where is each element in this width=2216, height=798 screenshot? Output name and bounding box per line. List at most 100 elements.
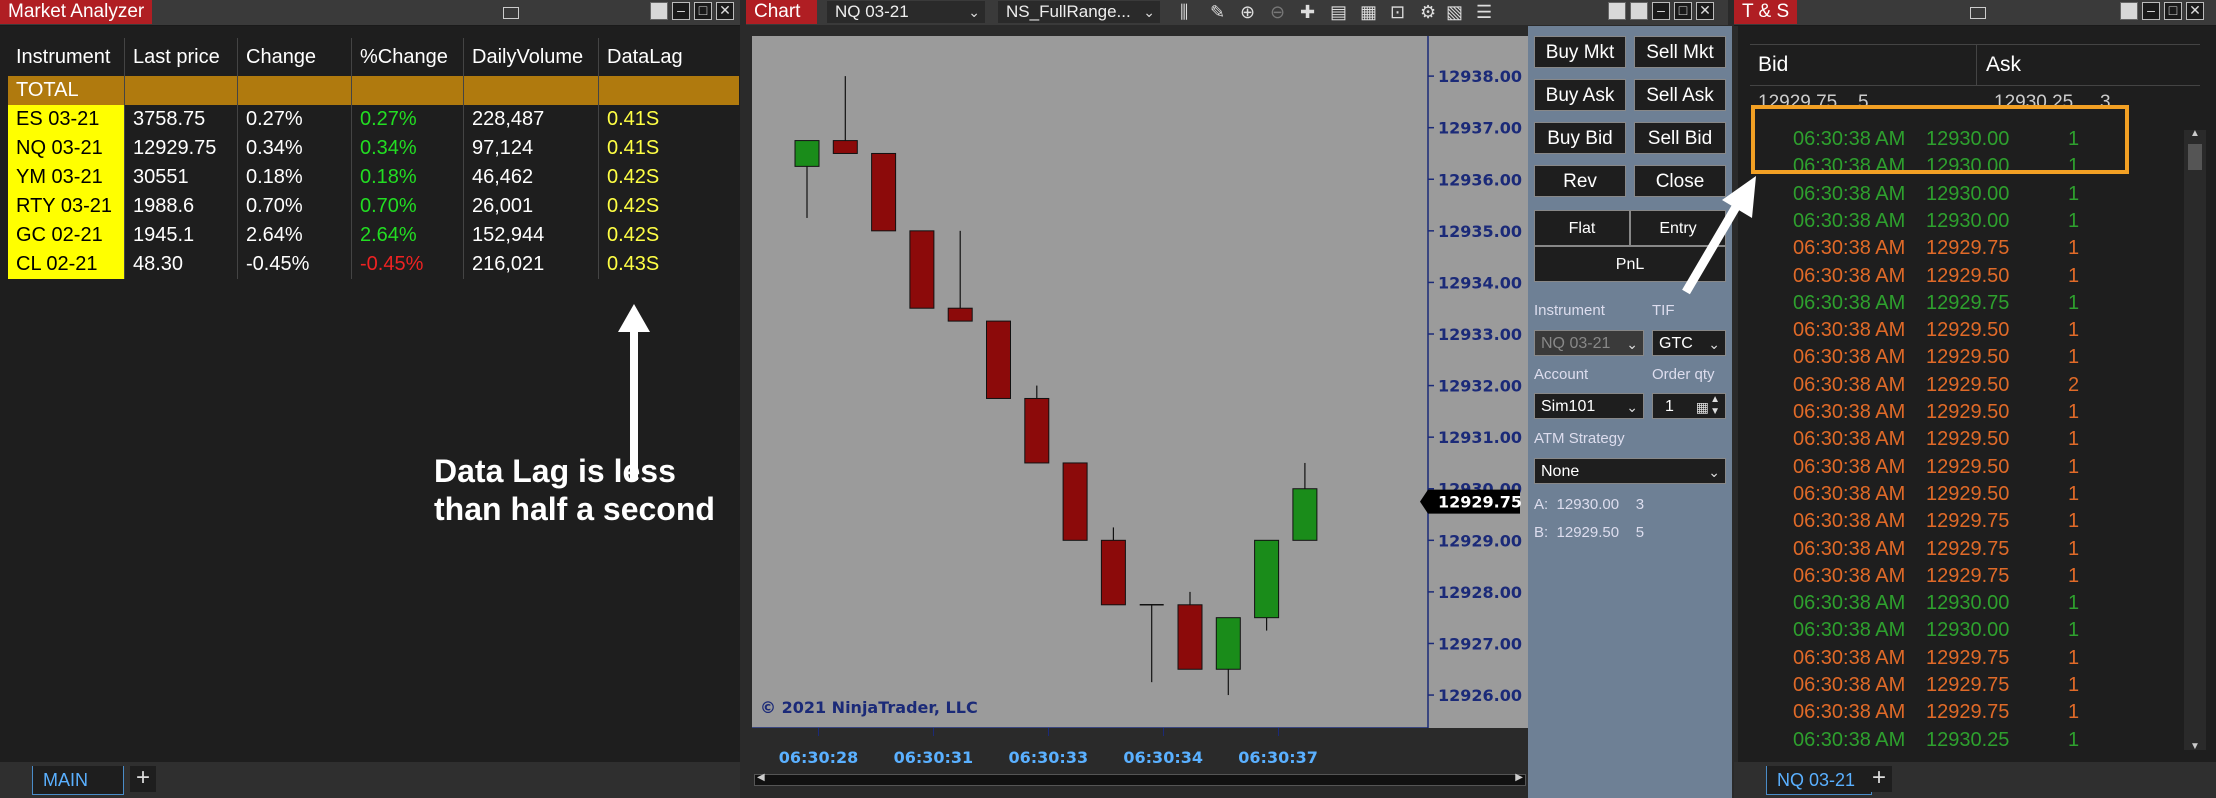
highlight-arrow [1682, 176, 1756, 295]
tab-nq-03-21[interactable]: NQ 03-21 [1766, 766, 1872, 795]
strategy-icon[interactable]: ⚙ [1420, 3, 1436, 21]
tab-main[interactable]: MAIN [32, 766, 124, 795]
total-cell [463, 76, 599, 105]
candle-body[interactable] [1292, 488, 1318, 541]
candle-body[interactable] [871, 152, 897, 232]
template-select[interactable]: NS_FullRange... ⌄ [998, 1, 1160, 23]
pct-change-cell: 0.34% [351, 134, 464, 163]
pin-button[interactable] [2120, 2, 2138, 20]
minimize-button[interactable]: – [2142, 2, 2160, 20]
candle-body[interactable] [1215, 617, 1241, 670]
ts-time: 06:30:38 AM [1793, 455, 1906, 478]
minimize-button[interactable]: – [672, 2, 690, 20]
ts-trade-row: 06:30:38 AM 12929.75 1 [1738, 235, 2178, 262]
scroll-down-icon[interactable]: ▼ [2190, 741, 2200, 752]
buy-ask-button[interactable]: Buy Ask [1534, 79, 1626, 111]
minimize-button[interactable]: – [1652, 2, 1670, 20]
close-button[interactable]: ✕ [2186, 2, 2204, 20]
candle-body[interactable] [1254, 539, 1280, 619]
maximize-button[interactable]: □ [694, 2, 712, 20]
col-instrument[interactable]: Instrument [8, 38, 125, 76]
x-tick-label: 06:30:33 [1008, 748, 1089, 767]
total-cell [351, 76, 464, 105]
instrument-row[interactable]: ES 03-21 3758.75 0.27% 0.27% 228,487 0.41S [8, 105, 739, 134]
col-pct-change[interactable]: %Change [351, 38, 464, 76]
instrument-row[interactable]: CL 02-21 48.30 -0.45% -0.45% 216,021 0.43S [8, 250, 739, 279]
zoom-in-icon[interactable]: ⊕ [1240, 3, 1255, 21]
instrument-row[interactable]: GC 02-21 1945.1 2.64% 2.64% 152,944 0.42S [8, 221, 739, 250]
change-cell: 0.70% [237, 192, 352, 221]
instrument-row[interactable]: YM 03-21 30551 0.18% 0.18% 46,462 0.42S [8, 163, 739, 192]
instrument-cell: GC 02-21 [8, 221, 125, 250]
col-change[interactable]: Change [237, 38, 352, 76]
ts-price: 12929.75 [1926, 537, 2010, 560]
data-box-icon[interactable]: ▤ [1330, 3, 1347, 21]
add-tab-button[interactable]: + [1866, 766, 1892, 792]
buy-market-button[interactable]: Buy Mkt [1534, 36, 1626, 68]
order-qty-stepper[interactable]: 1 ▦ ▲ ▼ [1652, 393, 1726, 419]
maximize-button[interactable]: □ [1674, 2, 1692, 20]
ts-size: 1 [2068, 237, 2080, 260]
atm-strategy-select[interactable]: None ⌄ [1534, 458, 1726, 484]
snapshot-icon[interactable]: ⊡ [1390, 3, 1405, 21]
bar-type-icon[interactable]: ⫼ [1180, 3, 1188, 21]
dock-icon[interactable] [1970, 7, 1986, 19]
crosshair-icon[interactable]: ✚ [1300, 3, 1315, 21]
calculator-icon[interactable]: ▦ [1696, 394, 1709, 420]
properties-icon[interactable]: ▦ [1360, 3, 1377, 21]
add-tab-button[interactable]: + [130, 766, 156, 792]
scroll-left-icon[interactable]: ◀ [757, 772, 765, 783]
pin-button[interactable] [1608, 2, 1626, 20]
zoom-out-icon[interactable]: ⊖ [1270, 3, 1285, 21]
ts-vertical-scrollbar[interactable]: ▲ ▼ [2184, 128, 2206, 752]
indicator-icon[interactable]: ▧ [1446, 3, 1463, 21]
candlestick-chart[interactable]: 12938.00 12937.00 12936.00 12935.00 12934.00… [752, 36, 1528, 728]
stepper-arrows-icon[interactable]: ▲ ▼ [1710, 394, 1720, 418]
candle-body[interactable] [909, 230, 935, 309]
col-last-price[interactable]: Last price [124, 38, 238, 76]
pin-button[interactable] [650, 2, 668, 20]
sell-market-button[interactable]: Sell Mkt [1634, 36, 1726, 68]
candle-body[interactable] [832, 140, 858, 154]
candle-body[interactable] [986, 320, 1011, 399]
scroll-right-icon[interactable]: ▶ [1515, 772, 1523, 783]
col-daily-volume[interactable]: DailyVolume [463, 38, 599, 76]
trader-instrument-select[interactable]: NQ 03-21 ⌄ [1534, 330, 1644, 356]
data-lag-cell: 0.41S [607, 108, 660, 130]
dock-button[interactable] [1630, 2, 1648, 20]
scroll-thumb[interactable] [2188, 144, 2202, 170]
buy-bid-button[interactable]: Buy Bid [1534, 122, 1626, 154]
dock-icon[interactable] [503, 7, 519, 19]
candle-body[interactable] [794, 140, 820, 167]
account-select[interactable]: Sim101 ⌄ [1534, 393, 1644, 419]
chart-area[interactable]: 12938.00 12937.00 12936.00 12935.00 12934.00… [752, 36, 1528, 728]
x-tick-mark [1163, 728, 1165, 736]
reverse-button[interactable]: Rev [1534, 165, 1626, 197]
candle-body[interactable] [1062, 462, 1088, 541]
list-icon[interactable]: ☰ [1476, 3, 1492, 21]
close-button[interactable]: ✕ [1696, 2, 1714, 20]
data-lag-cell: 0.41S [607, 137, 660, 159]
sell-ask-button[interactable]: Sell Ask [1634, 79, 1726, 111]
ts-trade-row: 06:30:38 AM 12929.75 1 [1738, 290, 2178, 317]
ts-time: 06:30:38 AM [1793, 728, 1906, 751]
candle-body[interactable] [1024, 397, 1050, 464]
col-data-lag[interactable]: DataLag [598, 38, 739, 76]
candle-body[interactable] [947, 307, 973, 322]
bid-line-label: B: [1534, 524, 1549, 541]
scroll-up-icon[interactable]: ▲ [2190, 128, 2200, 139]
instrument-row[interactable]: RTY 03-21 1988.6 0.70% 0.70% 26,001 0.42S [8, 192, 739, 221]
candle-body[interactable] [1100, 539, 1126, 606]
horizontal-scrollbar[interactable]: ◀ ▶ [754, 772, 1526, 786]
total-row[interactable]: TOTAL [8, 76, 739, 105]
ts-price: 12929.75 [1926, 510, 2010, 533]
maximize-button[interactable]: □ [2164, 2, 2182, 20]
tif-select[interactable]: GTC ⌄ [1652, 330, 1726, 356]
draw-tool-icon[interactable]: ✎ [1210, 3, 1225, 21]
candle-body[interactable] [1177, 604, 1203, 670]
instrument-row[interactable]: NQ 03-21 12929.75 0.34% 0.34% 97,124 0.41S [8, 134, 739, 163]
instrument-select[interactable]: NQ 03-21 ⌄ [827, 1, 985, 23]
close-button[interactable]: ✕ [716, 2, 734, 20]
sell-bid-button[interactable]: Sell Bid [1634, 122, 1726, 154]
ts-time: 06:30:38 AM [1793, 482, 1906, 505]
